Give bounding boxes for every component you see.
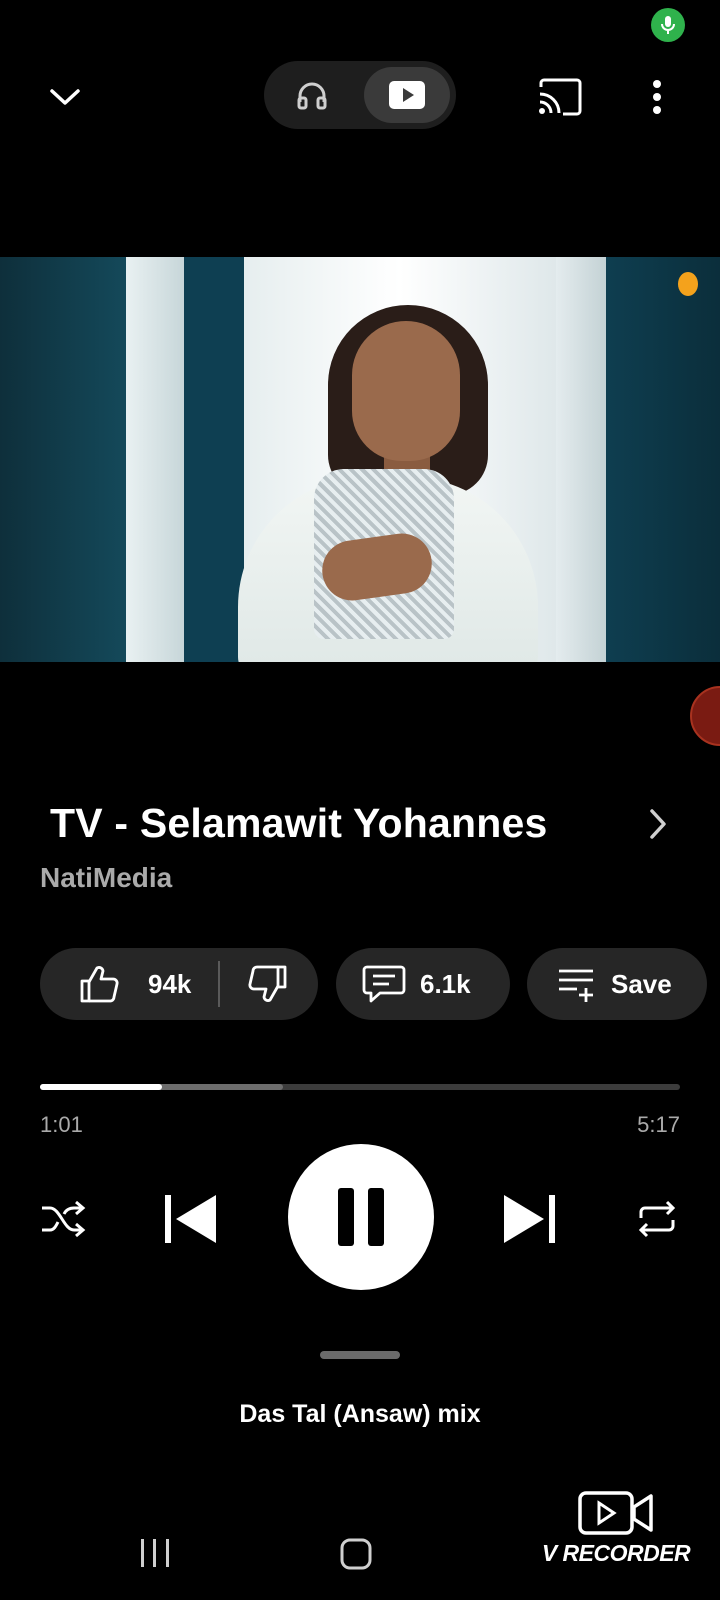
seek-bar-played (40, 1084, 162, 1090)
video-frame-scene (556, 257, 606, 662)
chevron-down-icon (50, 89, 80, 105)
save-label: Save (611, 968, 672, 999)
video-frame-scene (184, 257, 244, 662)
comment-count: 6.1k (420, 968, 471, 999)
thumbs-down-icon (248, 965, 287, 1002)
more-options-button[interactable] (632, 72, 682, 122)
comment-icon (362, 965, 406, 1003)
bottom-sheet-handle[interactable] (320, 1351, 400, 1359)
chevron-right-icon (650, 809, 666, 839)
pause-icon (338, 1188, 384, 1246)
repeat-button[interactable] (632, 1194, 682, 1244)
play-pause-button[interactable] (288, 1144, 434, 1290)
play-video-icon (389, 81, 425, 109)
next-button[interactable] (498, 1190, 560, 1248)
home-button[interactable] (338, 1536, 374, 1572)
cast-button[interactable] (532, 72, 588, 122)
video-frame-scene (0, 257, 126, 662)
previous-button[interactable] (160, 1190, 222, 1248)
channel-watermark-icon (678, 272, 698, 296)
headphones-icon (297, 82, 327, 110)
up-next-tab[interactable]: Das Tal (Ansaw) mix (0, 1400, 720, 1429)
more-vertical-icon (653, 80, 661, 114)
recent-apps-button[interactable] (138, 1536, 172, 1570)
video-player[interactable] (0, 257, 720, 662)
save-to-playlist-button[interactable]: Save (527, 948, 707, 1020)
current-time: 1:01 (40, 1112, 83, 1137)
skip-next-icon (504, 1195, 555, 1243)
video-frame-scene (126, 257, 184, 662)
video-camera-icon (578, 1491, 653, 1535)
video-title[interactable]: TV - Selamawit Yohannes (50, 800, 620, 847)
shuffle-button[interactable] (38, 1194, 88, 1244)
microphone-in-use-icon (651, 8, 685, 42)
cast-icon (539, 78, 582, 116)
recent-apps-icon (141, 1539, 169, 1567)
repeat-icon (638, 1200, 676, 1238)
video-frame-person (352, 321, 460, 461)
like-button[interactable]: 94k (40, 948, 218, 1020)
skip-previous-icon (165, 1195, 216, 1243)
like-dislike-group: 94k (40, 948, 318, 1020)
audio-mode-button[interactable] (272, 67, 352, 123)
video-mode-button[interactable] (364, 67, 450, 123)
dislike-button[interactable] (220, 948, 316, 1020)
playlist-add-icon (559, 969, 593, 1002)
floating-recorder-handle[interactable] (690, 686, 720, 746)
home-icon (340, 1538, 372, 1570)
video-frame-scene (606, 257, 720, 662)
audio-video-toggle (264, 61, 456, 129)
comments-button[interactable]: 6.1k (336, 948, 510, 1020)
recorder-watermark: V RECORDER (536, 1490, 696, 1570)
recorder-label: V RECORDER (541, 1540, 691, 1566)
shuffle-icon (42, 1200, 86, 1238)
video-details-button[interactable] (640, 802, 676, 846)
collapse-player-button[interactable] (40, 72, 90, 122)
like-count: 94k (148, 968, 192, 999)
channel-name[interactable]: NatiMedia (40, 862, 172, 894)
duration: 5:17 (637, 1112, 680, 1137)
thumbs-up-icon (80, 966, 119, 1003)
